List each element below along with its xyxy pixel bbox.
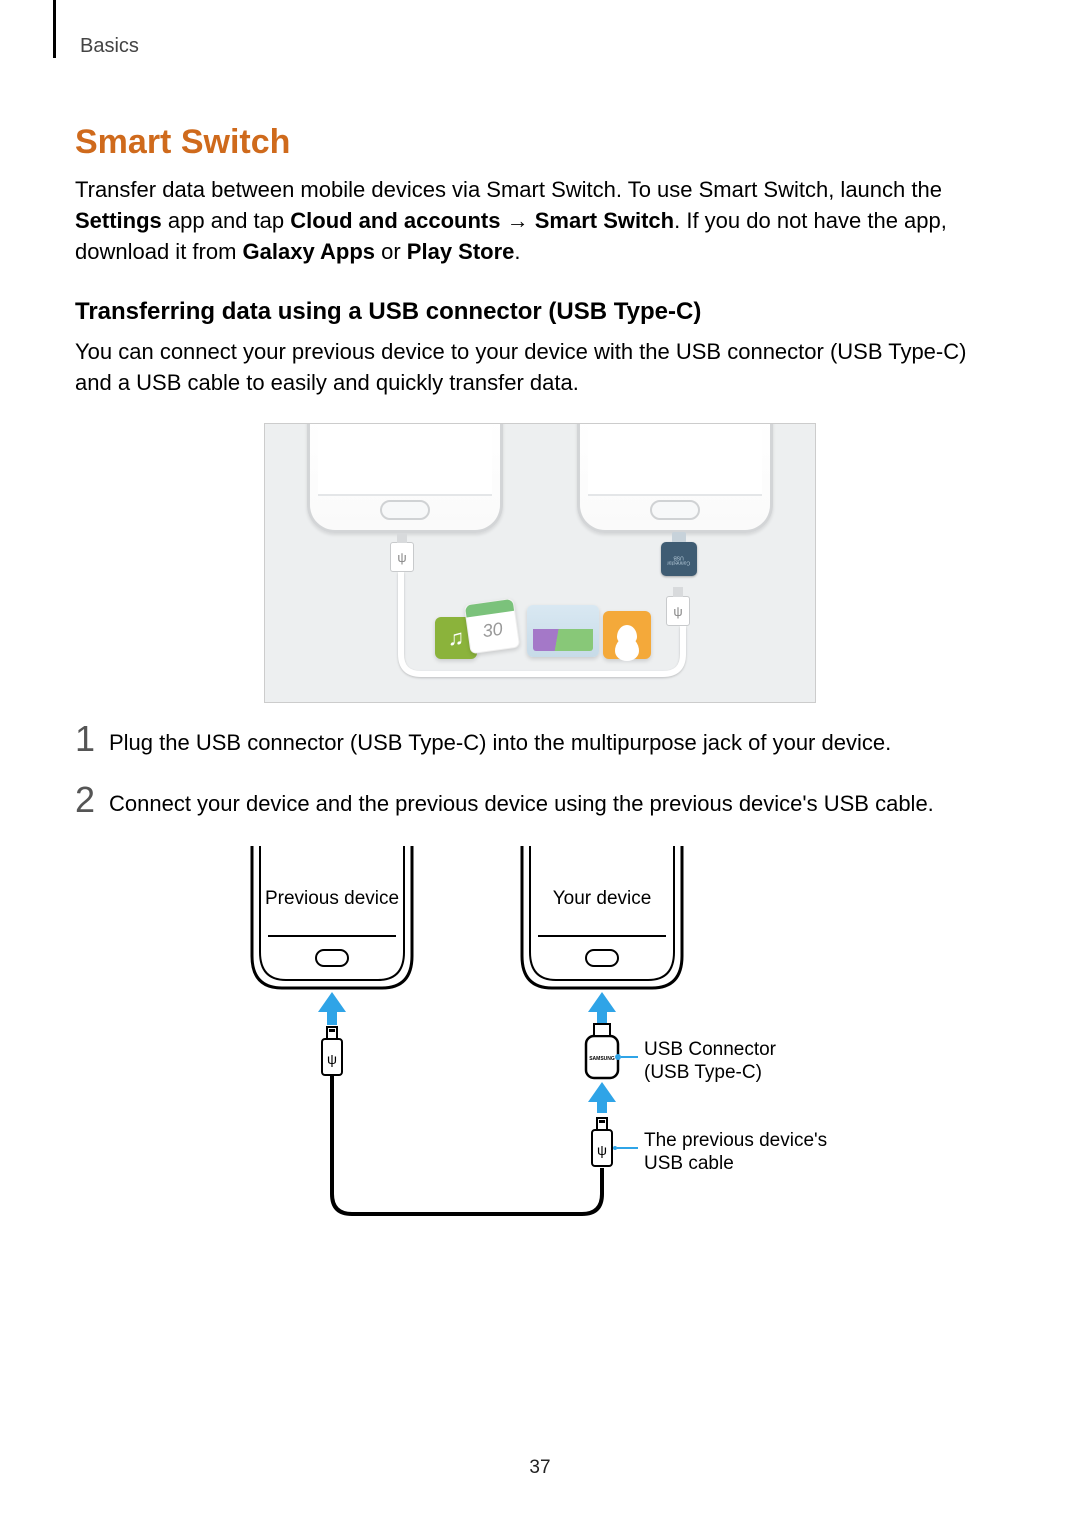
arrow-up-icon [588,992,616,1023]
diagram-label-previous: Previous device [265,888,399,909]
svg-text:SAMSUNG: SAMSUNG [589,1056,615,1062]
diagram-label-cable-l1: The previous device's [644,1130,827,1151]
photo-icon [527,605,599,657]
intro-text: . [514,239,520,264]
step-number: 1 [75,721,109,757]
intro-bold-playstore: Play Store [407,239,515,264]
subsection-intro: You can connect your previous device to … [75,336,1005,398]
diagram-label-cable-l2: USB cable [644,1153,734,1174]
contact-icon [603,611,651,659]
intro-arrow: → [501,208,535,233]
intro-paragraph: Transfer data between mobile devices via… [75,174,1005,268]
intro-bold-settings: Settings [75,208,162,233]
diagram-your-device: Your device [522,846,682,988]
step-number: 2 [75,782,109,818]
diagram-previous-device: Previous device [252,846,412,988]
figure-connection-diagram: Previous device Your device ψ [220,846,860,1236]
step-text: Plug the USB connector (USB Type-C) into… [109,727,1005,758]
page-number: 37 [0,1457,1080,1479]
diagram-svg: Previous device Your device ψ [220,846,860,1236]
svg-text:ψ: ψ [597,1142,607,1158]
diagram-label-connector-l2: (USB Type-C) [644,1062,762,1083]
arrow-up-icon [588,1082,616,1113]
intro-text: app and tap [162,208,290,233]
calendar-icon [464,598,520,654]
usb-trident-icon: ψ [391,543,413,571]
arrow-up-icon [318,992,346,1025]
diagram-usb-plug-right: ψ [592,1118,638,1166]
breadcrumb: Basics [80,35,1005,58]
intro-bold-smartswitch: Smart Switch [535,208,674,233]
diagram-label-connector-l1: USB Connector [644,1039,777,1060]
intro-bold-cloud: Cloud and accounts [290,208,500,233]
step-text: Connect your device and the previous dev… [109,788,1005,819]
intro-text: Transfer data between mobile devices via… [75,177,942,202]
illustration-media-icons [435,597,675,667]
steps-list: 1 Plug the USB connector (USB Type-C) in… [75,723,1005,819]
adapter-label: Connector USB [667,554,690,565]
usb-plug-icon: ψ [390,542,414,572]
intro-text: or [375,239,407,264]
step-item: 1 Plug the USB connector (USB Type-C) in… [75,723,1005,758]
diagram-label-your: Your device [553,888,652,909]
diagram-usb-plug-left: ψ [322,1027,342,1075]
diagram-cable [332,1076,602,1214]
usb-connector-adapter-icon: Connector USB [661,542,697,576]
diagram-usb-connector: SAMSUNG [586,1024,638,1078]
page-title: Smart Switch [75,123,1005,162]
subsection-title: Transferring data using a USB connector … [75,298,1005,326]
header-marker [53,0,56,58]
intro-bold-galaxyapps: Galaxy Apps [243,239,375,264]
figure-usb-transfer-illustration: ψ Connector USB ψ [264,423,816,703]
step-item: 2 Connect your device and the previous d… [75,784,1005,819]
page: Basics Smart Switch Transfer data betwee… [0,0,1080,1527]
svg-text:ψ: ψ [327,1051,337,1067]
